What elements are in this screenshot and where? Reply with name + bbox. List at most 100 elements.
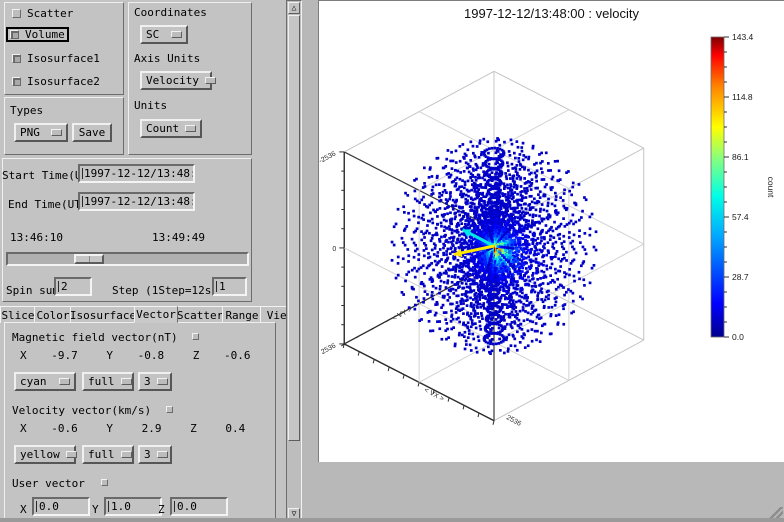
- save-button[interactable]: Save: [72, 123, 112, 142]
- user-vector-title: User vector: [12, 477, 85, 490]
- text-caret: [36, 501, 38, 512]
- scroll-up-arrow-icon[interactable]: △: [288, 2, 300, 14]
- magnetic-field-checkbox[interactable]: [192, 333, 200, 340]
- magnetic-color-value: cyan: [20, 375, 47, 388]
- plot-canvas[interactable]: 1997-12-12/13:48:00 : velocity -2536 0 253…: [318, 0, 784, 462]
- velocity-components: X -0.6 Y 2.9 Z 0.4: [20, 422, 245, 435]
- chevron-down-icon: [204, 77, 216, 84]
- end-time-label: End Time(UT): [8, 198, 88, 211]
- text-caret: [82, 168, 83, 179]
- velocity-checkbox[interactable]: [165, 406, 173, 413]
- save-label: Save: [78, 126, 106, 139]
- toggle-isosurface2[interactable]: Isosurface2: [10, 74, 102, 89]
- x-label: X: [20, 349, 27, 362]
- units-value: Count: [146, 122, 180, 135]
- end-time-value: 1997-12-12/13:48:00: [84, 195, 193, 208]
- magnetic-width-dropdown[interactable]: 3: [138, 372, 172, 391]
- axis-units-dropdown[interactable]: Velocity: [140, 71, 216, 90]
- time-slider[interactable]: [6, 252, 249, 266]
- velocity-color-dropdown[interactable]: yellow: [14, 445, 77, 464]
- step-input[interactable]: 1: [212, 277, 247, 296]
- z-label: Z: [192, 349, 200, 362]
- user-vector-y-input[interactable]: 1.0: [104, 497, 162, 516]
- tab-view[interactable]: View: [260, 306, 286, 323]
- velocity-title: Velocity vector(km/s): [12, 404, 152, 417]
- tab-slice[interactable]: Slice: [0, 306, 36, 323]
- z-value: -0.6: [224, 349, 251, 362]
- spin-sum-label: Spin sum: [6, 284, 59, 297]
- user-vector-section-label: User vector: [12, 477, 109, 490]
- scroll-up-glyph: △: [291, 3, 297, 12]
- time-slider-thumb[interactable]: [74, 254, 104, 264]
- checkbox-icon[interactable]: [12, 9, 21, 18]
- svg-text:28.7: 28.7: [732, 272, 749, 282]
- chevron-down-icon: [51, 129, 62, 136]
- user-vector-z-input[interactable]: 0.0: [170, 497, 228, 516]
- magnetic-field-title: Magnetic field vector(nT): [12, 331, 178, 344]
- range-max-label: 13:49:49: [152, 231, 205, 244]
- toggle-label: Isosurface2: [27, 75, 100, 88]
- tab-vector[interactable]: Vector: [134, 306, 178, 323]
- y-value: -0.8: [137, 349, 165, 362]
- toggle-label: Scatter: [27, 7, 74, 20]
- svg-text:2536: 2536: [320, 342, 337, 356]
- chevron-down-icon: [156, 451, 168, 458]
- tab-color[interactable]: Color: [34, 306, 72, 323]
- start-time-value: 1997-12-12/13:48:00: [84, 167, 193, 180]
- toggle-scatter[interactable]: Scatter: [10, 6, 75, 21]
- y-label: Y: [106, 422, 113, 435]
- units-dropdown[interactable]: Count: [140, 119, 202, 138]
- user-vector-checkbox[interactable]: [101, 479, 109, 486]
- axis-units-value: Velocity: [146, 74, 199, 87]
- magnetic-length-dropdown[interactable]: full: [82, 372, 134, 391]
- velocity-section-label: Velocity vector(km/s): [12, 404, 173, 417]
- user-vector-x-input[interactable]: 0.0: [32, 497, 90, 516]
- y-value: 2.9: [141, 422, 162, 435]
- text-caret: [58, 281, 60, 292]
- svg-text:86.1: 86.1: [732, 152, 749, 162]
- format-dropdown[interactable]: PNG: [14, 123, 68, 142]
- user-vector-x-value: 0.0: [39, 500, 59, 513]
- scrollbar-thumb[interactable]: [288, 15, 300, 441]
- spin-sum-input[interactable]: 2: [54, 277, 92, 296]
- velocity-length-value: full: [88, 448, 115, 461]
- velocity-width-dropdown[interactable]: 3: [138, 445, 172, 464]
- tab-isosurface[interactable]: Isosurface: [70, 306, 136, 323]
- chevron-down-icon: [185, 125, 197, 132]
- format-value: PNG: [20, 126, 40, 139]
- user-vector-y-value: 1.0: [111, 500, 131, 513]
- checkbox-icon[interactable]: [12, 54, 21, 63]
- tab-label: Slice: [1, 308, 35, 322]
- tab-scatter[interactable]: Scatter: [176, 306, 224, 323]
- start-time-input[interactable]: 1997-12-12/13:48:00: [78, 164, 195, 183]
- tab-label: Isosurface: [69, 308, 137, 322]
- end-time-input[interactable]: 1997-12-12/13:48:00: [78, 192, 195, 211]
- x-label: X: [20, 422, 27, 435]
- toggle-volume[interactable]: Volume: [6, 27, 69, 42]
- tab-label: Vector: [136, 308, 176, 321]
- z-label: Z: [190, 422, 197, 435]
- chevron-down-icon: [59, 378, 70, 385]
- checkbox-icon[interactable]: [12, 77, 21, 86]
- y-label: Y: [106, 349, 113, 362]
- user-vector-z-value: 0.0: [177, 500, 197, 513]
- tab-bar: Slice Color Isosurface Vector Scatter Ra…: [0, 306, 286, 323]
- tab-label: Scatter: [176, 308, 224, 322]
- magnetic-color-dropdown[interactable]: cyan: [14, 372, 76, 391]
- tab-range[interactable]: Range: [222, 306, 262, 323]
- tab-label: Range: [225, 308, 259, 322]
- x-value: -9.7: [51, 349, 78, 362]
- panel-scrollbar[interactable]: △ ▽: [286, 0, 302, 522]
- range-min-label: 13:46:10: [10, 231, 63, 244]
- toggle-isosurface1[interactable]: Isosurface1: [10, 51, 102, 66]
- text-caret: [108, 501, 110, 512]
- chevron-down-icon: [120, 378, 132, 385]
- checkbox-icon[interactable]: [10, 30, 19, 39]
- velocity-length-dropdown[interactable]: full: [82, 445, 134, 464]
- user-vector-x-label: X: [20, 503, 27, 516]
- svg-text:143.4: 143.4: [732, 32, 754, 42]
- step-value: 1: [219, 280, 226, 293]
- window-bottom-border: [0, 518, 784, 522]
- coordinates-dropdown[interactable]: SC: [140, 25, 188, 44]
- z-value: 0.4: [225, 422, 246, 435]
